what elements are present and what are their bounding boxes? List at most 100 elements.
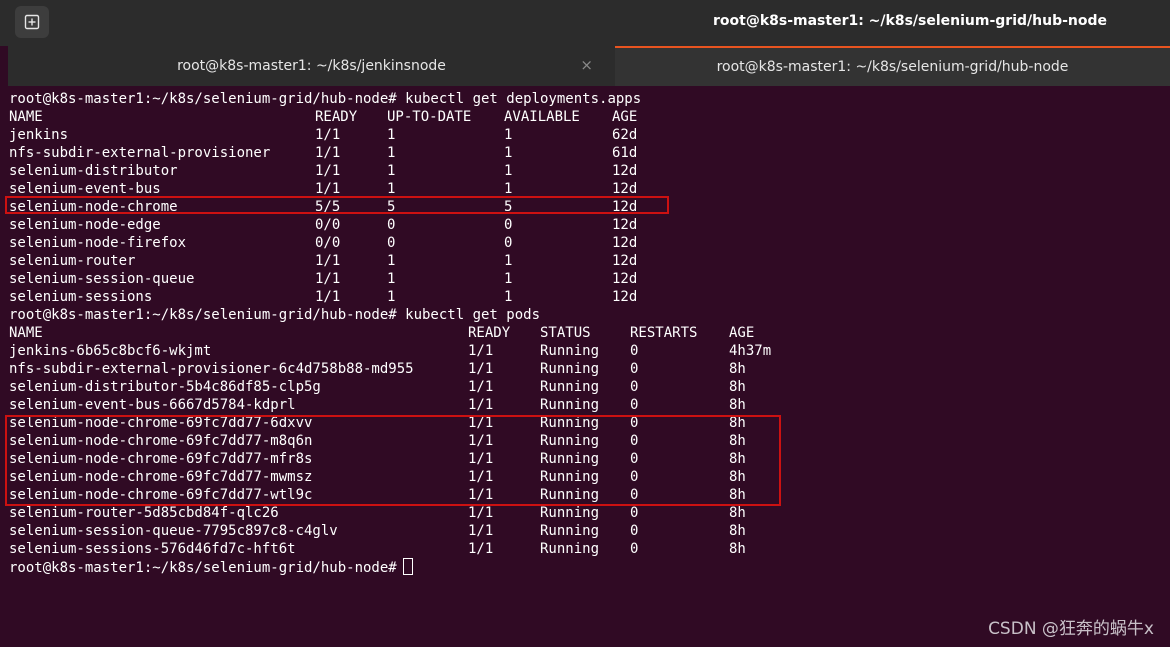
cell-c3: Running: [540, 379, 600, 395]
new-tab-icon: [24, 14, 40, 30]
cell-c3: 0: [387, 217, 396, 233]
command-line: root@k8s-master1:~/k8s/selenium-grid/hub…: [9, 307, 541, 323]
cell-c4: 1: [504, 289, 513, 305]
new-tab-button[interactable]: [15, 6, 49, 38]
close-icon[interactable]: ×: [580, 56, 593, 74]
cell-name: selenium-session-queue-7795c897c8-c4glv: [9, 523, 338, 539]
cell-age: 8h: [729, 505, 746, 521]
window-title: root@k8s-master1: ~/k8s/selenium-grid/hu…: [712, 13, 1108, 29]
cell-ready: 1/1: [315, 253, 341, 269]
cell-age: 61d: [612, 145, 638, 161]
cell-ready: 1/1: [315, 289, 341, 305]
cell-name: nfs-subdir-external-provisioner: [9, 145, 271, 161]
header-available: AVAILABLE: [504, 109, 580, 125]
cell-c3: Running: [540, 541, 600, 557]
terminal-cursor: [402, 558, 413, 575]
tab-hub-node[interactable]: root@k8s-master1: ~/k8s/selenium-grid/hu…: [615, 46, 1170, 86]
cell-ready: 1/1: [468, 379, 494, 395]
cell-ready: 1/1: [468, 361, 494, 377]
title-bar: root@k8s-master1: ~/k8s/selenium-grid/hu…: [0, 0, 1170, 46]
cell-c3: 1: [387, 163, 396, 179]
cell-ready: 1/1: [315, 163, 341, 179]
cell-ready: 0/0: [315, 235, 341, 251]
cell-name: selenium-router-5d85cbd84f-qlc26: [9, 505, 279, 521]
cell-name: jenkins: [9, 127, 69, 143]
cell-c4: 0: [504, 235, 513, 251]
deployment-row: selenium-sessions 1/1 1 1 12d: [9, 288, 1170, 306]
tab-jenkinsnode[interactable]: root@k8s-master1: ~/k8s/jenkinsnode ×: [8, 46, 615, 86]
cell-c3: 1: [387, 289, 396, 305]
cell-ready: 1/1: [468, 397, 494, 413]
pod-row: nfs-subdir-external-provisioner-6c4d758b…: [9, 360, 1170, 378]
header-name: NAME: [9, 325, 43, 341]
cell-age: 8h: [729, 361, 746, 377]
cell-c4: 1: [504, 271, 513, 287]
deployment-row: jenkins 1/1 1 1 62d: [9, 126, 1170, 144]
cell-age: 12d: [612, 217, 638, 233]
cell-ready: 1/1: [468, 541, 494, 557]
cell-c4: 1: [504, 253, 513, 269]
cell-c4: 0: [630, 505, 639, 521]
tab-bar: root@k8s-master1: ~/k8s/jenkinsnode × ro…: [8, 46, 1170, 86]
cell-c3: 1: [387, 127, 396, 143]
cell-name: selenium-distributor-5b4c86df85-clp5g: [9, 379, 321, 395]
cell-ready: 1/1: [468, 505, 494, 521]
cell-name: jenkins-6b65c8bcf6-wkjmt: [9, 343, 212, 359]
cell-age: 8h: [729, 397, 746, 413]
cell-ready: 1/1: [468, 343, 494, 359]
cell-ready: 1/1: [315, 271, 341, 287]
pod-row: selenium-router-5d85cbd84f-qlc26 1/1 Runni…: [9, 504, 1170, 522]
cell-age: 8h: [729, 541, 746, 557]
watermark: CSDN @狂奔的蜗牛x: [988, 619, 1154, 639]
cell-c3: 1: [387, 253, 396, 269]
header-status: STATUS: [540, 325, 591, 341]
deployments-header-row: NAME READY UP-TO-DATE AVAILABLE AGE: [9, 108, 1170, 126]
prompt-line: root@k8s-master1:~/k8s/selenium-grid/hub…: [9, 558, 1170, 576]
cell-age: 8h: [729, 523, 746, 539]
cell-name: selenium-distributor: [9, 163, 178, 179]
cell-c3: Running: [540, 505, 600, 521]
cell-ready: 1/1: [468, 523, 494, 539]
cell-c4: 0: [630, 523, 639, 539]
header-ready: READY: [468, 325, 511, 341]
cell-name: selenium-event-bus-6667d5784-kdprl: [9, 397, 296, 413]
cell-age: 8h: [729, 379, 746, 395]
tab-label: root@k8s-master1: ~/k8s/jenkinsnode: [177, 58, 446, 74]
cell-c4: 0: [630, 397, 639, 413]
cell-name: selenium-sessions-576d46fd7c-hft6t: [9, 541, 296, 557]
header-restarts: RESTARTS: [630, 325, 698, 341]
deployment-row: nfs-subdir-external-provisioner 1/1 1 1 61d: [9, 144, 1170, 162]
header-age: AGE: [729, 325, 755, 341]
cell-c3: Running: [540, 397, 600, 413]
pod-row: selenium-session-queue-7795c897c8-c4glv 1…: [9, 522, 1170, 540]
cell-c3: Running: [540, 361, 600, 377]
cell-c4: 0: [504, 217, 513, 233]
deployments-table: jenkins 1/1 1 1 62d nfs-subdir-external-provi…: [9, 126, 1170, 306]
cell-ready: 1/1: [315, 145, 341, 161]
header-name: NAME: [9, 109, 43, 125]
cell-name: nfs-subdir-external-provisioner-6c4d758b…: [9, 361, 414, 377]
cell-age: 12d: [612, 253, 638, 269]
cell-c3: 1: [387, 271, 396, 287]
cell-age: 12d: [612, 163, 638, 179]
cell-c4: 1: [504, 145, 513, 161]
pod-row: jenkins-6b65c8bcf6-wkjmt 1/1 Running 0 4h37m: [9, 342, 1170, 360]
cell-name: selenium-router: [9, 253, 136, 269]
cell-ready: 0/0: [315, 217, 341, 233]
cell-c4: 0: [630, 343, 639, 359]
deployment-row: selenium-distributor 1/1 1 1 12d: [9, 162, 1170, 180]
cell-name: selenium-session-queue: [9, 271, 195, 287]
command-line: root@k8s-master1:~/k8s/selenium-grid/hub…: [9, 91, 642, 107]
highlight-box-pods: [5, 415, 781, 506]
cell-c4: 1: [504, 163, 513, 179]
cell-c3: Running: [540, 343, 600, 359]
deployment-row: selenium-node-firefox 0/0 0 0 12d: [9, 234, 1170, 252]
tab-label: root@k8s-master1: ~/k8s/selenium-grid/hu…: [716, 59, 1069, 75]
header-ready: READY: [315, 109, 358, 125]
cell-age: 62d: [612, 127, 638, 143]
cell-c4: 0: [630, 379, 639, 395]
cell-name: selenium-sessions: [9, 289, 153, 305]
cell-age: 4h37m: [729, 343, 772, 359]
highlight-box-deployment: [5, 196, 669, 214]
cell-c3: 0: [387, 235, 396, 251]
